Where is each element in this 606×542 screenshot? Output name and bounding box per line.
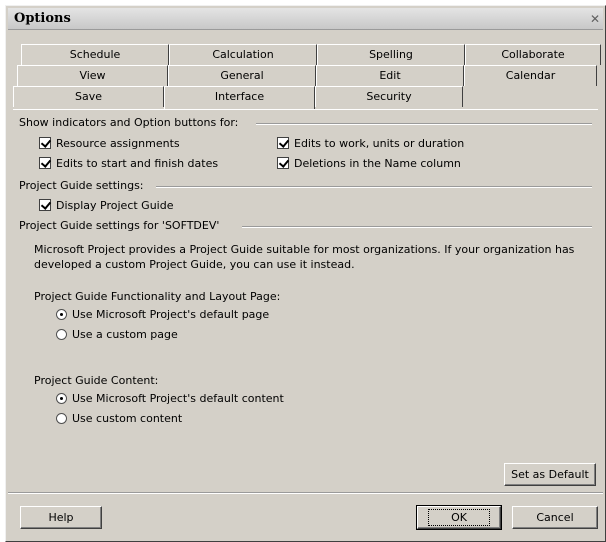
set-as-default-button[interactable]: Set as Default [504, 463, 596, 486]
deletions-name-checkbox[interactable]: Deletions in the Name column [277, 156, 461, 172]
tab-panel-border [13, 109, 598, 110]
tab-security[interactable]: Security [315, 86, 463, 107]
checkbox-label: Display Project Guide [56, 199, 174, 212]
checkbox-checked-icon [277, 157, 289, 169]
radio-label: Use Microsoft Project's default page [72, 308, 270, 321]
section-divider [242, 226, 592, 228]
checkbox-label: Deletions in the Name column [294, 157, 461, 170]
project-guide-heading: Project Guide settings: [19, 179, 148, 192]
ok-button[interactable]: OK [416, 505, 502, 530]
tab-general[interactable]: General [168, 65, 316, 86]
default-content-radio[interactable]: Use Microsoft Project's default content [56, 391, 284, 407]
checkbox-label: Edits to start and finish dates [56, 157, 219, 170]
guide-description: Microsoft Project provides a Project Gui… [34, 243, 575, 271]
tab-calendar[interactable]: Calendar [464, 65, 597, 86]
guide-for-heading: Project Guide settings for 'SOFTDEV' [19, 219, 224, 232]
custom-content-radio[interactable]: Use custom content [56, 411, 182, 427]
custom-page-radio[interactable]: Use a custom page [56, 327, 178, 343]
radio-selected-icon [56, 393, 67, 404]
radio-label: Use custom content [72, 412, 183, 425]
close-icon[interactable]: ✕ [589, 11, 601, 27]
cancel-button[interactable]: Cancel [512, 506, 598, 529]
radio-label: Use Microsoft Project's default content [72, 392, 284, 405]
tab-save[interactable]: Save [13, 86, 164, 107]
checkbox-checked-icon [39, 137, 51, 149]
indicators-heading: Show indicators and Option buttons for: [19, 116, 243, 129]
checkbox-checked-icon [277, 137, 289, 149]
tab-edit[interactable]: Edit [316, 65, 464, 86]
radio-selected-icon [56, 309, 67, 320]
checkbox-label: Edits to work, units or duration [294, 137, 465, 150]
tab-calculation[interactable]: Calculation [169, 44, 317, 65]
tab-view[interactable]: View [17, 65, 168, 86]
tab-spelling[interactable]: Spelling [317, 44, 465, 65]
window-title: Options [14, 11, 71, 26]
ok-button-label: OK [428, 509, 490, 526]
edits-start-finish-checkbox[interactable]: Edits to start and finish dates [39, 156, 218, 172]
footer-divider [8, 492, 603, 494]
tab-interface[interactable]: Interface [164, 86, 315, 109]
edits-work-units-checkbox[interactable]: Edits to work, units or duration [277, 136, 464, 152]
options-dialog: Options ✕ Schedule Calculation Spelling … [5, 5, 606, 542]
resource-assignments-checkbox[interactable]: Resource assignments [39, 136, 180, 152]
tab-collaborate[interactable]: Collaborate [465, 44, 601, 65]
help-button[interactable]: Help [20, 506, 102, 529]
radio-label: Use a custom page [72, 328, 178, 341]
default-page-radio[interactable]: Use Microsoft Project's default page [56, 307, 269, 323]
radio-unselected-icon [56, 413, 67, 424]
display-project-guide-checkbox[interactable]: Display Project Guide [39, 198, 173, 214]
checkbox-checked-icon [39, 157, 51, 169]
title-bar[interactable]: Options ✕ [8, 8, 603, 30]
checkbox-checked-icon [39, 199, 51, 211]
checkbox-label: Resource assignments [56, 137, 180, 150]
section-divider [256, 123, 592, 125]
functionality-label: Project Guide Functionality and Layout P… [34, 290, 281, 303]
radio-unselected-icon [56, 329, 67, 340]
content-label: Project Guide Content: [34, 374, 159, 387]
tab-schedule[interactable]: Schedule [21, 44, 169, 65]
section-divider [156, 186, 592, 188]
